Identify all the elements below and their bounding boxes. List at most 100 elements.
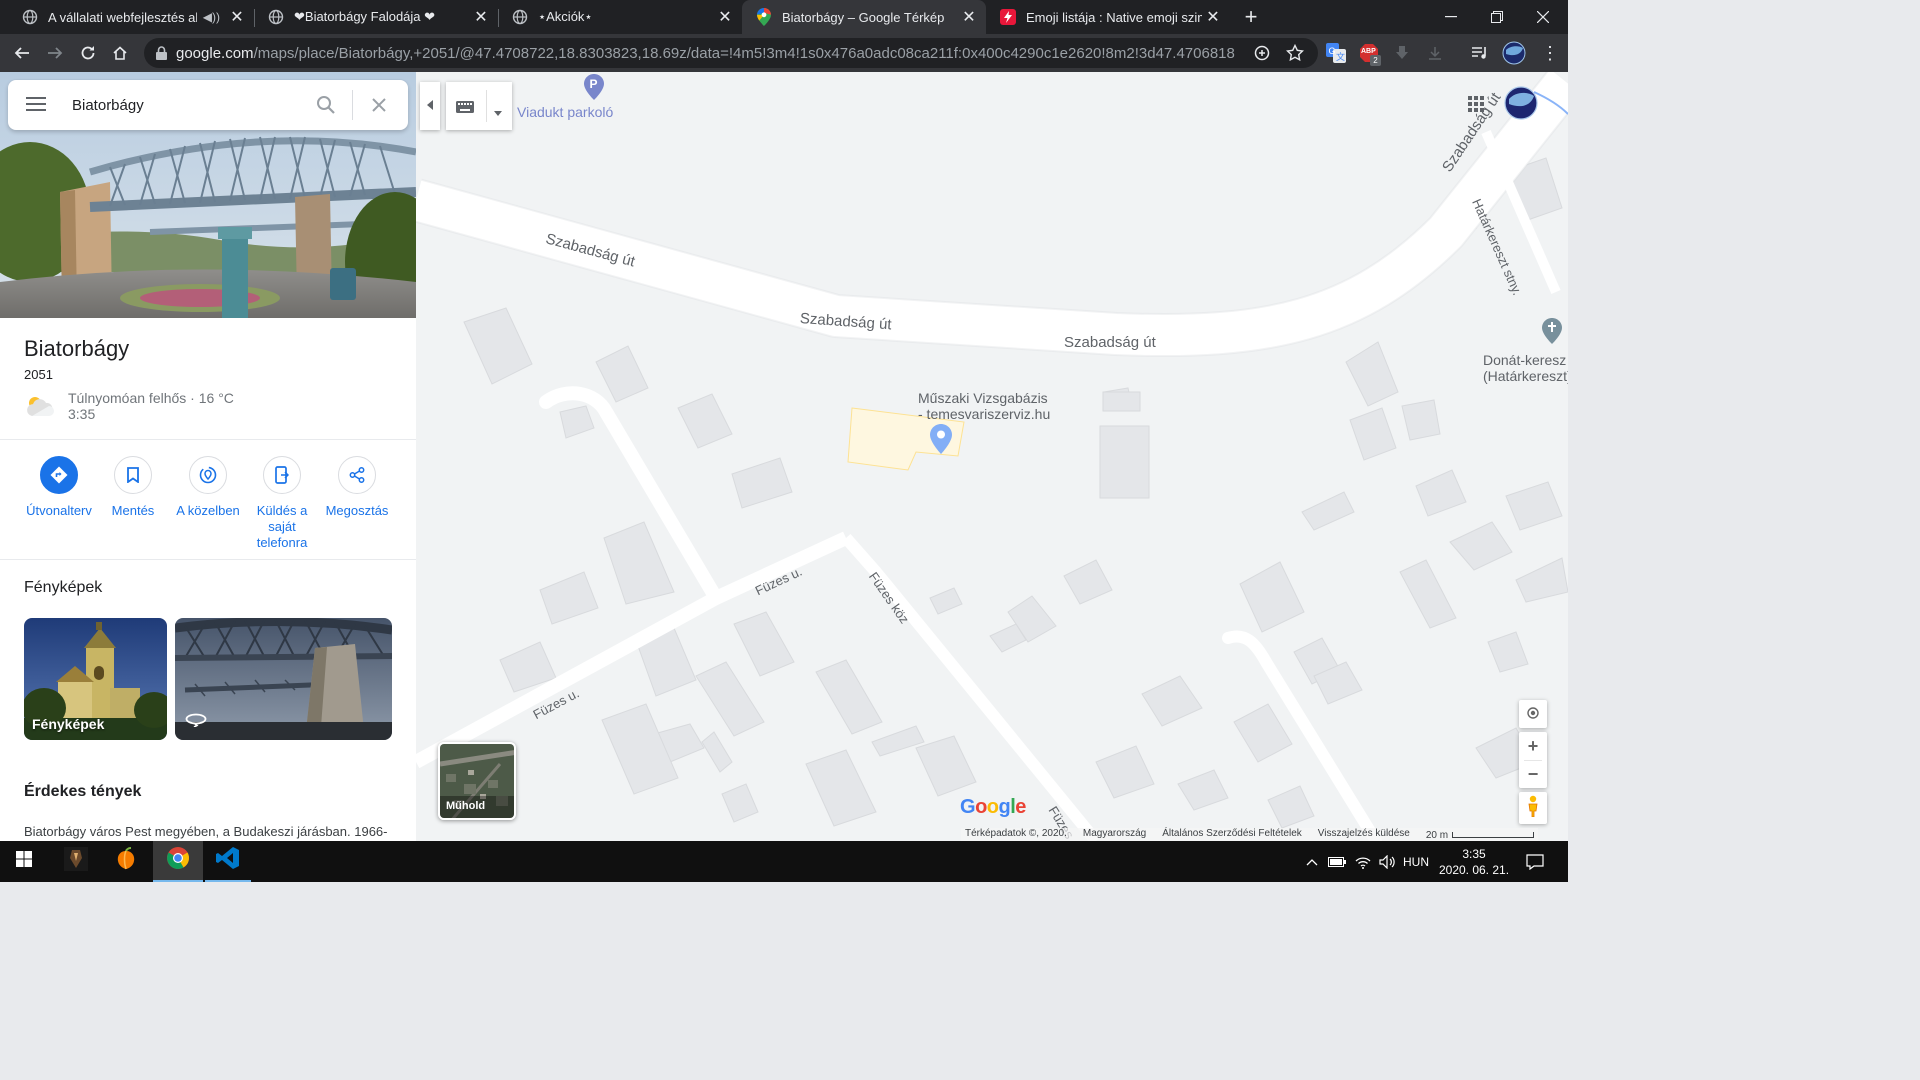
tray-chevron-up-icon[interactable] xyxy=(1302,841,1322,882)
game-app-icon xyxy=(64,847,88,876)
close-tab-icon[interactable]: ✕ xyxy=(958,7,980,27)
close-tab-icon[interactable]: ✕ xyxy=(226,7,248,27)
language-indicator[interactable]: HUN xyxy=(1400,841,1432,882)
parking-pin-icon[interactable]: P xyxy=(584,74,604,105)
media-control-icon[interactable] xyxy=(1470,43,1490,63)
directions-button[interactable]: Útvonalterv xyxy=(22,456,96,519)
svg-text:文: 文 xyxy=(1336,51,1345,62)
landmark-pin-icon[interactable] xyxy=(1542,318,1562,349)
browser-tab[interactable]: ⋆Akciók⋆ ✕ xyxy=(498,0,742,34)
feedback-link[interactable]: Visszajelzés küldése xyxy=(1318,828,1410,841)
profile-avatar[interactable] xyxy=(1502,41,1526,65)
restore-button[interactable] xyxy=(1474,0,1520,34)
poi-label[interactable]: Donát-keresz (Határkereszt) xyxy=(1483,352,1568,384)
tab-title: ⋆Akciók⋆ xyxy=(538,9,593,24)
taskbar-app-vscode[interactable] xyxy=(205,841,251,882)
my-location-button[interactable] xyxy=(1519,700,1547,728)
satellite-toggle[interactable]: Műhold xyxy=(438,742,516,820)
phone-icon xyxy=(263,456,301,494)
download-helper-icon[interactable] xyxy=(1392,43,1412,63)
google-logo: Google xyxy=(960,796,1026,818)
browser-tab[interactable]: ❤Biatorbágy Falodája ❤ ✕ xyxy=(254,0,499,34)
windows-taskbar: HUN 3:35 2020. 06. 21. xyxy=(0,841,1568,882)
directions-label: Útvonalterv xyxy=(26,503,92,518)
lock-icon[interactable] xyxy=(156,46,167,64)
zoom-out-button[interactable]: − xyxy=(1528,761,1539,788)
notification-center-icon[interactable] xyxy=(1520,841,1550,882)
pegman-icon xyxy=(1527,795,1539,822)
clear-search-icon[interactable] xyxy=(371,97,387,118)
start-button[interactable] xyxy=(0,841,48,882)
taskbar-app-chrome[interactable] xyxy=(153,841,203,882)
input-tools-button[interactable] xyxy=(446,82,512,130)
taskbar-app-game[interactable] xyxy=(52,841,100,882)
new-tab-button[interactable]: + xyxy=(1236,0,1266,34)
share-button[interactable]: Megosztás xyxy=(320,456,394,519)
reload-button[interactable] xyxy=(74,39,102,67)
url-host: google.com xyxy=(176,44,254,62)
dropdown-arrow-icon[interactable] xyxy=(494,103,502,121)
search-input[interactable] xyxy=(72,94,302,116)
account-avatar[interactable] xyxy=(1504,86,1538,125)
browser-tab[interactable]: A vállalati webfejlesztés alapj ◀)) ✕ xyxy=(8,0,255,34)
google-translate-icon[interactable]: G文 xyxy=(1326,43,1346,63)
speaker-icon[interactable]: ◀)) xyxy=(203,10,220,24)
map-data-attribution[interactable]: Térképadatok ©, 2020. xyxy=(965,828,1067,841)
close-window-button[interactable] xyxy=(1520,0,1566,34)
bookmark-icon xyxy=(114,456,152,494)
back-arrow-icon xyxy=(14,47,29,59)
google-apps-icon[interactable] xyxy=(1468,96,1484,117)
send-to-phone-label: Küldés a saját telefonra xyxy=(256,503,308,550)
collapse-panel-button[interactable] xyxy=(420,82,440,130)
pegman-button[interactable] xyxy=(1519,792,1547,824)
photo-thumbnail-street-view[interactable] xyxy=(175,618,392,740)
parking-label[interactable]: Viadukt parkoló xyxy=(517,104,613,120)
add-location-icon[interactable] xyxy=(1254,45,1270,65)
bookmark-star-icon[interactable] xyxy=(1285,43,1305,66)
address-bar[interactable]: google.com/maps/place/Biatorbágy,+2051/@… xyxy=(144,38,1318,68)
hamburger-menu-icon[interactable] xyxy=(26,96,46,117)
photo-thumbnail-church[interactable]: Fényképek xyxy=(24,618,167,740)
minimize-button[interactable] xyxy=(1428,0,1474,34)
windows-logo-icon xyxy=(16,851,32,872)
battery-icon[interactable] xyxy=(1326,841,1348,882)
clock-date: 2020. 06. 21. xyxy=(1438,862,1510,877)
postal-code: 2051 xyxy=(24,367,53,382)
close-tab-icon[interactable]: ✕ xyxy=(1202,7,1224,27)
browser-tab[interactable]: Emoji listája : Native emoji szimb ✕ xyxy=(986,0,1230,34)
share-icon xyxy=(338,456,376,494)
volume-icon[interactable] xyxy=(1376,841,1398,882)
search-box xyxy=(8,80,408,130)
browser-menu-icon[interactable]: ⋮ xyxy=(1540,43,1560,63)
search-icon[interactable] xyxy=(316,95,336,120)
place-panel: Biatorbágy 2051 Túlnyomóan felhős · 16 °… xyxy=(0,72,416,841)
wifi-icon[interactable] xyxy=(1352,841,1374,882)
scale-bar[interactable]: 20 m xyxy=(1426,828,1535,841)
tab-title: Emoji listája : Native emoji szimb xyxy=(1026,9,1202,25)
reload-icon xyxy=(81,46,95,60)
browser-tab-active[interactable]: Biatorbágy – Google Térkép ✕ xyxy=(742,0,986,34)
download-icon[interactable] xyxy=(1425,43,1445,63)
nearby-button[interactable]: A közelben xyxy=(171,456,245,519)
send-to-phone-button[interactable]: Küldés a saját telefonra xyxy=(245,456,319,551)
adblock-icon[interactable]: ABP 2 xyxy=(1359,43,1381,66)
home-button[interactable] xyxy=(106,39,134,67)
close-tab-icon[interactable]: ✕ xyxy=(714,7,736,27)
zoom-controls: + − xyxy=(1519,732,1547,788)
map-footer: Térképadatok ©, 2020. Magyarország Által… xyxy=(961,828,1539,841)
country-link[interactable]: Magyarország xyxy=(1083,828,1146,841)
terms-link[interactable]: Általános Szerződési Feltételek xyxy=(1162,828,1302,841)
close-tab-icon[interactable]: ✕ xyxy=(470,7,492,27)
clock[interactable]: 3:35 2020. 06. 21. xyxy=(1436,841,1512,882)
back-button[interactable] xyxy=(8,39,36,67)
poi-label[interactable]: Műszaki Vizsgabázis - temesvariszerviz.h… xyxy=(918,390,1050,422)
url-path: /maps/place/Biatorbágy,+2051/@47.4708722… xyxy=(253,44,1236,62)
map-canvas[interactable]: Szabadság út Szabadság út Szabadság út S… xyxy=(416,72,1568,841)
map-pin-icon[interactable] xyxy=(930,424,952,459)
save-button[interactable]: Mentés xyxy=(96,456,170,519)
local-time: 3:35 xyxy=(68,406,96,422)
forward-button[interactable] xyxy=(41,39,69,67)
zoom-in-button[interactable]: + xyxy=(1528,733,1539,760)
globe-icon xyxy=(268,9,284,25)
taskbar-app-fl-studio[interactable] xyxy=(102,841,150,882)
